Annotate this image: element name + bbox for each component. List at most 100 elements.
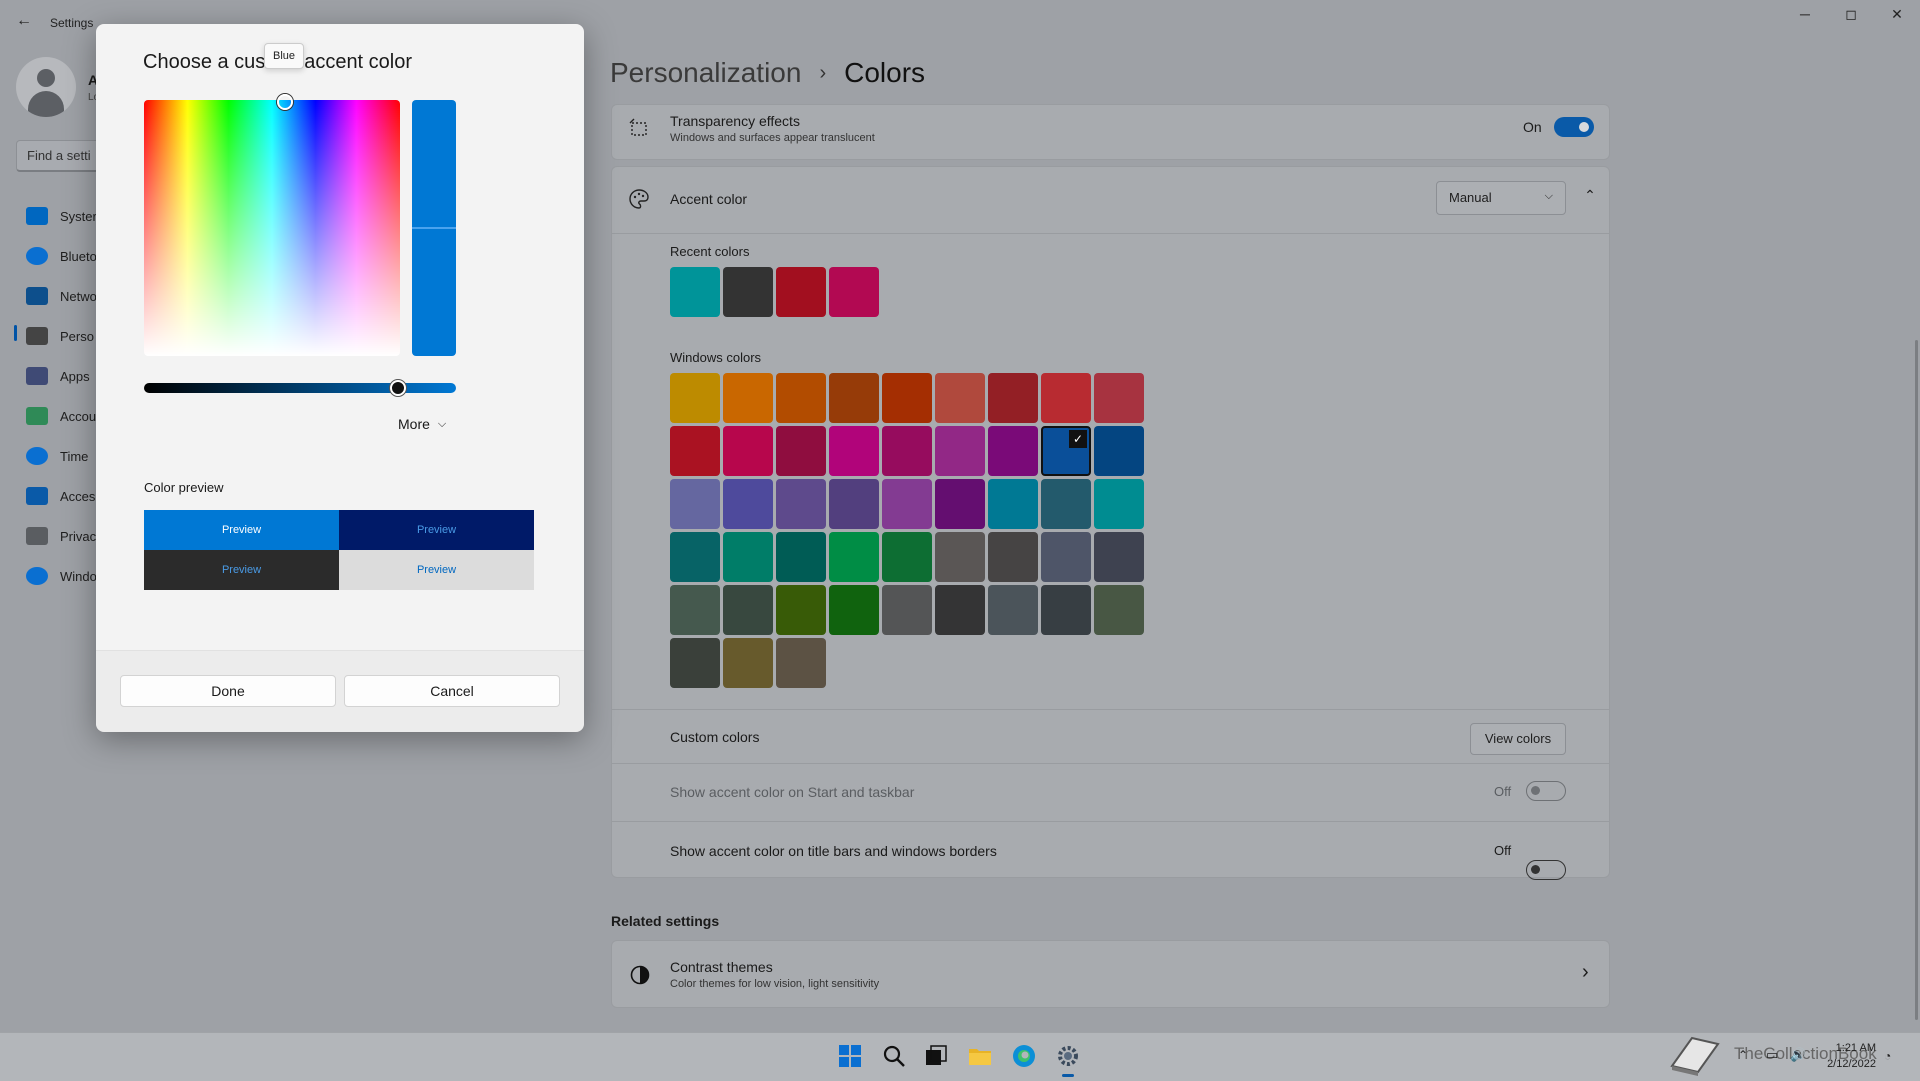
windows-color-swatch[interactable] [988,426,1038,476]
chevron-down-icon: ⌵ [437,417,447,430]
sidebar-item-accessibility[interactable]: Acces [16,478,106,514]
start-windows-icon[interactable] [838,1044,862,1068]
windows-color-swatch[interactable] [723,479,773,529]
windows-color-swatch[interactable] [723,585,773,635]
clock-time[interactable]: 1:21 AM [1818,1042,1876,1054]
transparency-toggle[interactable] [1554,117,1594,137]
windows-color-swatch[interactable]: ✓ [1041,426,1091,476]
windows-color-swatch[interactable] [935,532,985,582]
windows-color-swatch[interactable] [935,479,985,529]
windows-color-swatch[interactable] [829,532,879,582]
windows-color-swatch[interactable] [988,585,1038,635]
task-view-icon[interactable] [924,1044,948,1068]
windows-color-swatch[interactable] [776,532,826,582]
sidebar-item-apps[interactable]: Apps [16,358,106,394]
windows-color-swatch[interactable] [829,373,879,423]
windows-color-swatch[interactable] [1094,585,1144,635]
sidebar-item-privacy[interactable]: Privac [16,518,106,554]
windows-color-swatch[interactable] [1041,479,1091,529]
avatar[interactable] [16,57,76,117]
windows-color-swatch[interactable] [670,479,720,529]
windows-color-swatch[interactable] [882,373,932,423]
edge-browser-icon[interactable] [1012,1044,1036,1068]
windows-color-swatch[interactable] [935,585,985,635]
recent-color-swatch[interactable] [670,267,720,317]
scrollbar[interactable] [1915,340,1918,1020]
accent-mode-dropdown[interactable]: Manual ⌵ [1436,181,1566,215]
windows-color-swatch[interactable] [723,532,773,582]
windows-color-swatch[interactable] [882,426,932,476]
windows-color-swatch[interactable] [776,638,826,688]
maximize-button[interactable]: ◻ [1828,6,1874,23]
title-bars-toggle[interactable] [1526,860,1566,880]
start-taskbar-state: Off [1494,784,1512,799]
network-tray-icon[interactable]: ▭ [1766,1047,1778,1063]
start-taskbar-toggle[interactable] [1526,781,1566,801]
windows-color-swatch[interactable] [670,426,720,476]
sidebar-item-time[interactable]: Time [16,438,106,474]
contrast-themes-row[interactable]: Contrast themes Color themes for low vis… [611,940,1610,1008]
windows-color-swatch[interactable] [988,373,1038,423]
search-icon[interactable] [882,1044,906,1068]
windows-color-swatch[interactable] [776,426,826,476]
windows-color-swatch[interactable] [1041,532,1091,582]
windows-color-swatch[interactable] [829,585,879,635]
windows-color-swatch[interactable] [670,638,720,688]
windows-color-swatch[interactable] [1041,585,1091,635]
windows-color-swatch[interactable] [882,479,932,529]
value-slider[interactable] [144,383,456,393]
back-arrow-icon[interactable]: ← [16,12,32,30]
windows-color-swatch[interactable] [935,373,985,423]
windows-color-swatch[interactable] [1094,426,1144,476]
windows-color-swatch[interactable] [670,585,720,635]
recent-color-swatch[interactable] [776,267,826,317]
windows-color-swatch[interactable] [1094,479,1144,529]
windows-color-swatch[interactable] [829,479,879,529]
windows-color-swatch[interactable] [776,373,826,423]
windows-color-swatch[interactable] [723,426,773,476]
breadcrumb-personalization[interactable]: Personalization [610,57,801,89]
more-button[interactable]: More ⌵ [398,416,446,432]
collapse-chevron-up-icon[interactable]: ⌃ [1578,187,1602,204]
value-slider-thumb[interactable] [390,380,406,396]
color-spectrum[interactable] [144,100,400,356]
spectrum-thumb[interactable] [277,94,293,110]
selected-check-icon: ✓ [1069,430,1087,448]
windows-update-icon [26,567,48,585]
windows-color-swatch[interactable] [1094,532,1144,582]
windows-color-swatch[interactable] [988,532,1038,582]
windows-color-swatch[interactable] [882,585,932,635]
windows-color-swatch[interactable] [829,426,879,476]
windows-color-swatch[interactable] [670,373,720,423]
recent-color-swatch[interactable] [723,267,773,317]
volume-tray-icon[interactable]: 🔊 [1790,1047,1806,1063]
windows-color-swatch[interactable] [935,426,985,476]
windows-color-swatch[interactable] [1094,373,1144,423]
sidebar-item-accounts[interactable]: Accou [16,398,106,434]
windows-color-swatch[interactable] [882,532,932,582]
sidebar-item-system[interactable]: Syster [16,198,106,234]
clock-date[interactable]: 2/12/2022 [1818,1058,1876,1070]
windows-color-swatch[interactable] [723,373,773,423]
sidebar-item-bluetooth[interactable]: Blueto [16,238,106,274]
sidebar-item-personalization[interactable]: Perso [16,318,106,354]
close-button[interactable]: ✕ [1874,6,1920,23]
windows-color-swatch[interactable] [723,638,773,688]
notification-icon[interactable]: ◔ [1884,1049,1891,1063]
view-colors-button[interactable]: View colors [1470,723,1566,755]
file-explorer-icon[interactable] [968,1044,992,1068]
cancel-button[interactable]: Cancel [344,675,560,707]
sidebar-item-windows-update[interactable]: Windo [16,558,106,594]
minimize-button[interactable]: ─ [1782,6,1828,22]
settings-gear-icon[interactable] [1056,1044,1080,1068]
windows-color-swatch[interactable] [1041,373,1091,423]
tray-chevron-icon[interactable]: ⌃ [1738,1048,1748,1062]
recent-color-swatch[interactable] [829,267,879,317]
done-button[interactable]: Done [120,675,336,707]
windows-color-swatch[interactable] [988,479,1038,529]
sidebar-item-network[interactable]: Netwo [16,278,106,314]
windows-color-swatch[interactable] [776,585,826,635]
windows-color-swatch[interactable] [776,479,826,529]
windows-color-swatch[interactable] [670,532,720,582]
search-input[interactable]: Find a setti [16,140,106,172]
